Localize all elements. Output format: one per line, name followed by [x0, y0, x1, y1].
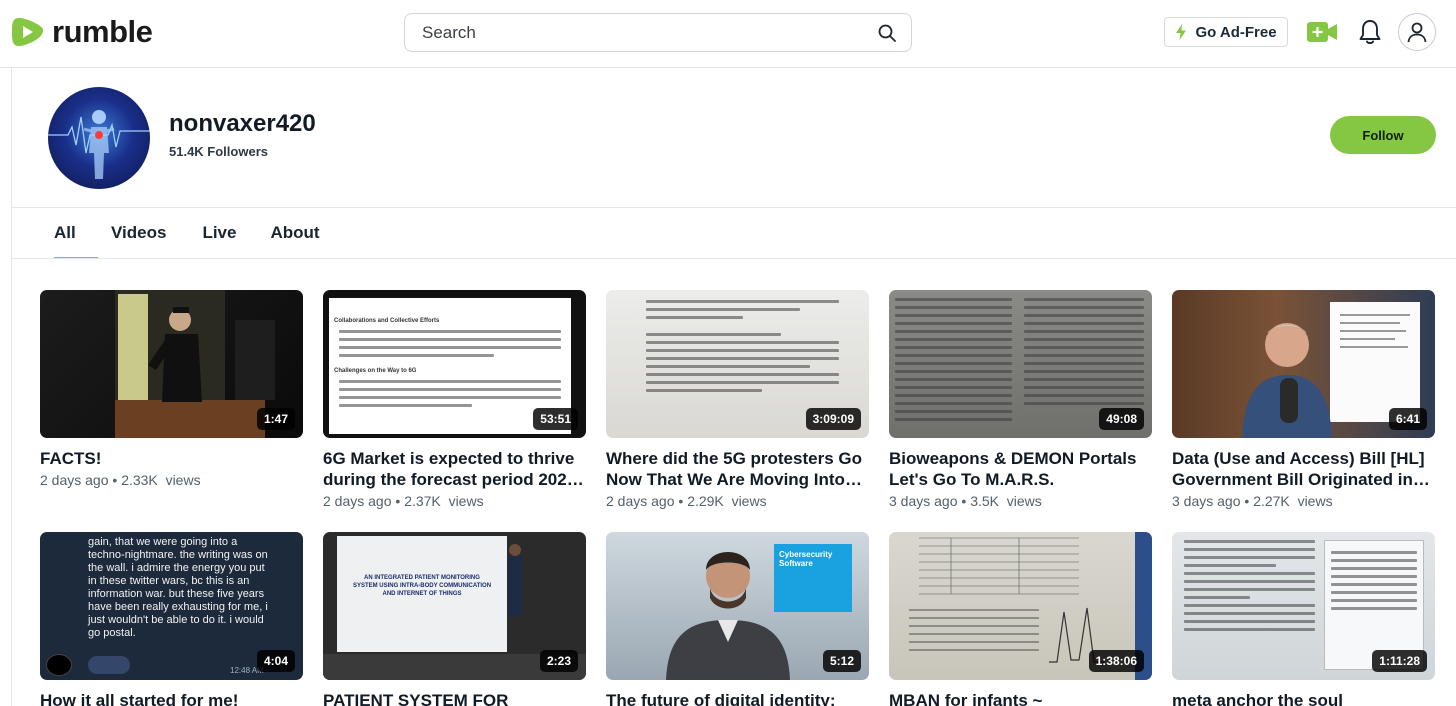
brand-name: rumble — [52, 14, 153, 49]
video-thumbnail[interactable]: 1:11:28 — [1172, 532, 1435, 680]
video-meta: 3 days ago • 3.5K views — [889, 493, 1042, 509]
view-count: 2.37K — [404, 493, 441, 509]
user-menu-button[interactable] — [1398, 13, 1436, 51]
video-card[interactable]: AN INTEGRATED PATIENT MONITORING SYSTEM … — [323, 532, 586, 706]
video-duration: 2:23 — [539, 650, 578, 672]
video-card[interactable]: 3:09:09 Where did the 5G protesters Go N… — [606, 290, 869, 509]
view-count: 3.5K — [970, 493, 999, 509]
video-age: 2 days ago — [40, 472, 109, 488]
video-thumbnail[interactable]: AN INTEGRATED PATIENT MONITORING SYSTEM … — [323, 532, 586, 680]
video-thumbnail[interactable]: 1:47 — [40, 290, 303, 438]
tab-live[interactable]: Live — [202, 211, 236, 259]
video-title[interactable]: Bioweapons & DEMON Portals Let's Go To M… — [889, 448, 1152, 490]
upload-video-icon[interactable] — [1306, 20, 1338, 44]
video-duration: 1:47 — [256, 408, 295, 430]
video-title[interactable]: Data (Use and Access) Bill [HL] Governme… — [1172, 448, 1435, 490]
tab-videos[interactable]: Videos — [111, 211, 166, 259]
video-card[interactable]: 1:47 FACTS! 2 days ago • 2.33K views — [40, 290, 303, 488]
video-thumbnail[interactable]: 1:38:06 — [889, 532, 1152, 680]
views-label: views — [448, 493, 484, 509]
video-meta: 2 days ago • 2.37K views — [323, 493, 484, 509]
view-count: 2.29K — [687, 493, 724, 509]
video-duration: 1:38:06 — [1088, 650, 1144, 672]
video-card[interactable]: 1:38:06 MBAN for infants ~ — [889, 532, 1152, 706]
channel-tabs: All Videos Live About — [54, 211, 320, 259]
video-duration: 53:51 — [533, 408, 578, 430]
video-thumbnail[interactable]: gain, that we were going into a techno-n… — [40, 532, 303, 680]
video-thumbnail[interactable]: 6:41 — [1172, 290, 1435, 438]
reaction-bubble — [88, 656, 130, 674]
go-ad-free-button[interactable]: Go Ad-Free — [1164, 17, 1288, 47]
video-thumbnail[interactable]: Collaborations and Collective Efforts Ch… — [323, 290, 586, 438]
thumbnail-document — [1184, 540, 1315, 636]
top-navigation-bar: rumble Go Ad-Free — [0, 0, 1456, 68]
video-duration: 1:11:28 — [1372, 650, 1427, 672]
channel-avatar[interactable] — [48, 87, 150, 189]
user-icon — [1407, 22, 1427, 43]
chat-avatar — [46, 654, 72, 676]
channel-avatar-image — [48, 110, 150, 179]
video-card[interactable]: Collaborations and Collective Efforts Ch… — [323, 290, 586, 509]
views-label: views — [731, 493, 767, 509]
video-duration: 49:08 — [1099, 408, 1144, 430]
channel-name: nonvaxer420 — [169, 110, 316, 137]
video-age: 3 days ago — [889, 493, 958, 509]
video-card[interactable]: 1:11:28 meta anchor the soul — [1172, 532, 1435, 706]
tab-about[interactable]: About — [270, 211, 319, 259]
video-age: 3 days ago — [1172, 493, 1241, 509]
search-input[interactable] — [422, 22, 877, 43]
thumbnail-heading: Collaborations and Collective Efforts — [334, 318, 440, 324]
video-age: 2 days ago — [323, 493, 392, 509]
thumbnail-document — [646, 300, 839, 397]
video-duration: 6:41 — [1388, 408, 1427, 430]
divider — [12, 207, 1456, 208]
search-bar — [404, 13, 912, 52]
follow-button[interactable]: Follow — [1330, 116, 1436, 154]
video-meta: 2 days ago • 2.33K views — [40, 472, 201, 488]
views-label: views — [165, 472, 201, 488]
view-count: 2.33K — [121, 472, 158, 488]
video-card[interactable]: gain, that we were going into a techno-n… — [40, 532, 303, 706]
view-count: 2.27K — [1253, 493, 1290, 509]
video-thumbnail[interactable]: Cybersecurity Software 5:12 — [606, 532, 869, 680]
thumbnail-document — [895, 298, 1012, 426]
video-title[interactable]: Where did the 5G protesters Go Now That … — [606, 448, 869, 490]
views-label: views — [1006, 493, 1042, 509]
video-meta: 3 days ago • 2.27K views — [1172, 493, 1333, 509]
video-title[interactable]: meta anchor the soul — [1172, 690, 1435, 706]
bell-icon[interactable] — [1358, 18, 1382, 46]
video-thumbnail[interactable]: 49:08 — [889, 290, 1152, 438]
divider — [12, 258, 1456, 259]
video-card[interactable]: 6:41 Data (Use and Access) Bill [HL] Gov… — [1172, 290, 1435, 509]
video-card[interactable]: 49:08 Bioweapons & DEMON Portals Let's G… — [889, 290, 1152, 509]
video-thumbnail[interactable]: 3:09:09 — [606, 290, 869, 438]
thumbnail-heading: Challenges on the Way to 6G — [334, 368, 417, 374]
video-duration: 3:09:09 — [805, 408, 861, 430]
video-duration: 4:04 — [256, 650, 295, 672]
video-title[interactable]: PATIENT SYSTEM FOR — [323, 690, 586, 706]
follower-count: 51.4K Followers — [169, 144, 268, 159]
video-title[interactable]: The future of digital identity: — [606, 690, 869, 706]
video-title[interactable]: How it all started for me! — [40, 690, 303, 706]
thumbnail-document — [1024, 298, 1144, 410]
video-card[interactable]: Cybersecurity Software 5:12 The future o… — [606, 532, 869, 706]
video-duration: 5:12 — [822, 650, 861, 672]
video-age: 2 days ago — [606, 493, 675, 509]
rumble-logo[interactable]: rumble — [10, 12, 153, 52]
rumble-logo-icon — [12, 18, 44, 46]
video-meta: 2 days ago • 2.29K views — [606, 493, 767, 509]
tab-all[interactable]: All — [54, 211, 98, 259]
thumbnail-chat-text: gain, that we were going into a techno-n… — [88, 536, 268, 639]
video-title[interactable]: MBAN for infants ~ — [889, 690, 1152, 706]
bolt-icon — [1176, 24, 1187, 40]
video-title[interactable]: 6G Market is expected to thrive during t… — [323, 448, 586, 490]
views-label: views — [1297, 493, 1333, 509]
search-icon[interactable] — [877, 23, 897, 43]
go-ad-free-label: Go Ad-Free — [1195, 23, 1277, 41]
video-title[interactable]: FACTS! — [40, 448, 303, 469]
